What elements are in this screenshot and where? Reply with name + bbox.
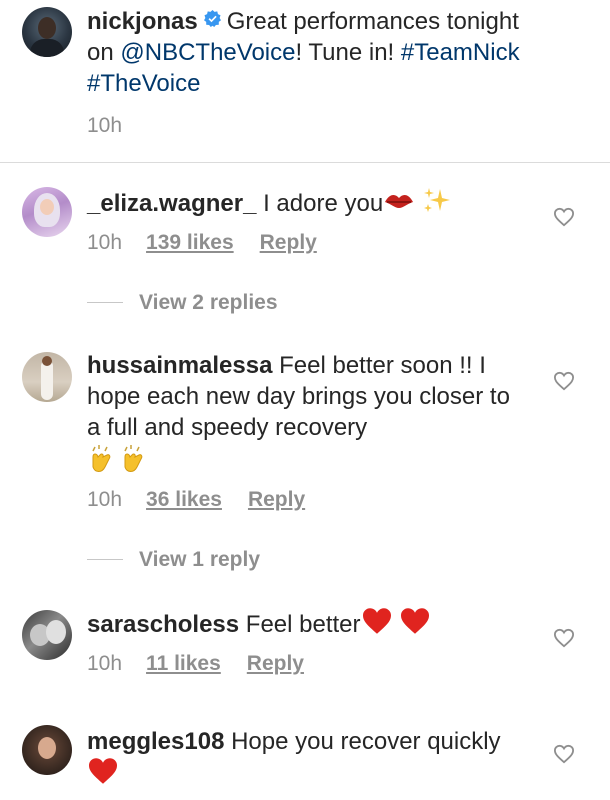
red-heart-icon <box>362 608 391 634</box>
comment-username[interactable]: _eliza.wagner_ <box>87 190 256 217</box>
thread-line <box>87 559 123 560</box>
hashtag-link[interactable]: #TheVoice <box>87 70 200 97</box>
verified-badge-icon <box>203 10 221 27</box>
hashtag-link[interactable]: #TeamNick <box>401 39 520 66</box>
comment-meta: 10h 36 likes Reply <box>87 488 305 512</box>
view-replies-button[interactable]: View 2 replies <box>87 291 278 315</box>
comment-text: meggles108 Hope you recover quickly <box>87 726 527 790</box>
comment-text: _eliza.wagner_ I adore you <box>87 186 527 219</box>
comment-timestamp: 10h <box>87 488 123 511</box>
comment-body: Feel better <box>245 611 361 638</box>
comment-username[interactable]: hussainmalessa <box>87 352 272 379</box>
caption-timestamp: 10h <box>87 114 123 137</box>
avatar-figure <box>41 360 53 400</box>
view-replies-label: View 2 replies <box>139 291 278 314</box>
thread-line <box>87 302 123 303</box>
caption-avatar[interactable] <box>22 7 72 57</box>
reply-button[interactable]: Reply <box>260 231 317 255</box>
comment-text: hussainmalessa Feel better soon !! I hop… <box>87 350 527 482</box>
likes-link[interactable]: 139 likes <box>146 231 234 255</box>
comment-meta: 10h 139 likes Reply <box>87 231 317 255</box>
avatar-face <box>38 17 56 39</box>
clapping-hands-icon <box>92 445 111 472</box>
avatar-face <box>40 199 54 215</box>
likes-link[interactable]: 11 likes <box>146 652 221 676</box>
like-heart-icon[interactable] <box>553 628 575 648</box>
view-replies-button[interactable]: View 1 reply <box>87 548 260 572</box>
like-heart-icon[interactable] <box>553 207 575 227</box>
comment-timestamp: 10h <box>87 652 123 675</box>
comment-avatar[interactable] <box>22 725 72 775</box>
view-replies-label: View 1 reply <box>139 548 261 571</box>
comment-username[interactable]: sarascholess <box>87 611 239 638</box>
avatar-face <box>46 620 66 644</box>
like-heart-icon[interactable] <box>553 371 575 391</box>
comment-avatar[interactable] <box>22 352 72 402</box>
comment-meta: 10h 11 likes Reply <box>87 652 304 676</box>
caption-text-part: ! Tune in! <box>295 39 401 66</box>
mention-link[interactable]: @NBCTheVoice <box>120 39 295 66</box>
reply-button[interactable]: Reply <box>247 652 304 676</box>
avatar-face <box>38 737 56 759</box>
comment-body: I adore you <box>263 190 384 217</box>
comment-timestamp: 10h <box>87 231 123 254</box>
comment-body: Hope you recover quickly <box>231 728 501 755</box>
divider <box>0 162 610 163</box>
likes-link[interactable]: 36 likes <box>146 488 222 512</box>
comment-avatar[interactable] <box>22 187 72 237</box>
comment-avatar[interactable] <box>22 610 72 660</box>
comment-text: sarascholess Feel better <box>87 607 527 640</box>
avatar-head <box>42 356 52 366</box>
kiss-mark-icon <box>385 194 414 208</box>
comment-username[interactable]: meggles108 <box>87 728 224 755</box>
caption-text: nickjonas Great performances tonight on @… <box>87 6 527 99</box>
caption-username[interactable]: nickjonas <box>87 8 198 35</box>
red-heart-icon <box>401 608 430 634</box>
like-heart-icon[interactable] <box>553 744 575 764</box>
clapping-hands-icon <box>124 445 143 472</box>
reply-button[interactable]: Reply <box>248 488 305 512</box>
sparkles-icon <box>423 188 450 212</box>
avatar-body <box>30 39 64 57</box>
red-heart-icon <box>89 758 117 784</box>
